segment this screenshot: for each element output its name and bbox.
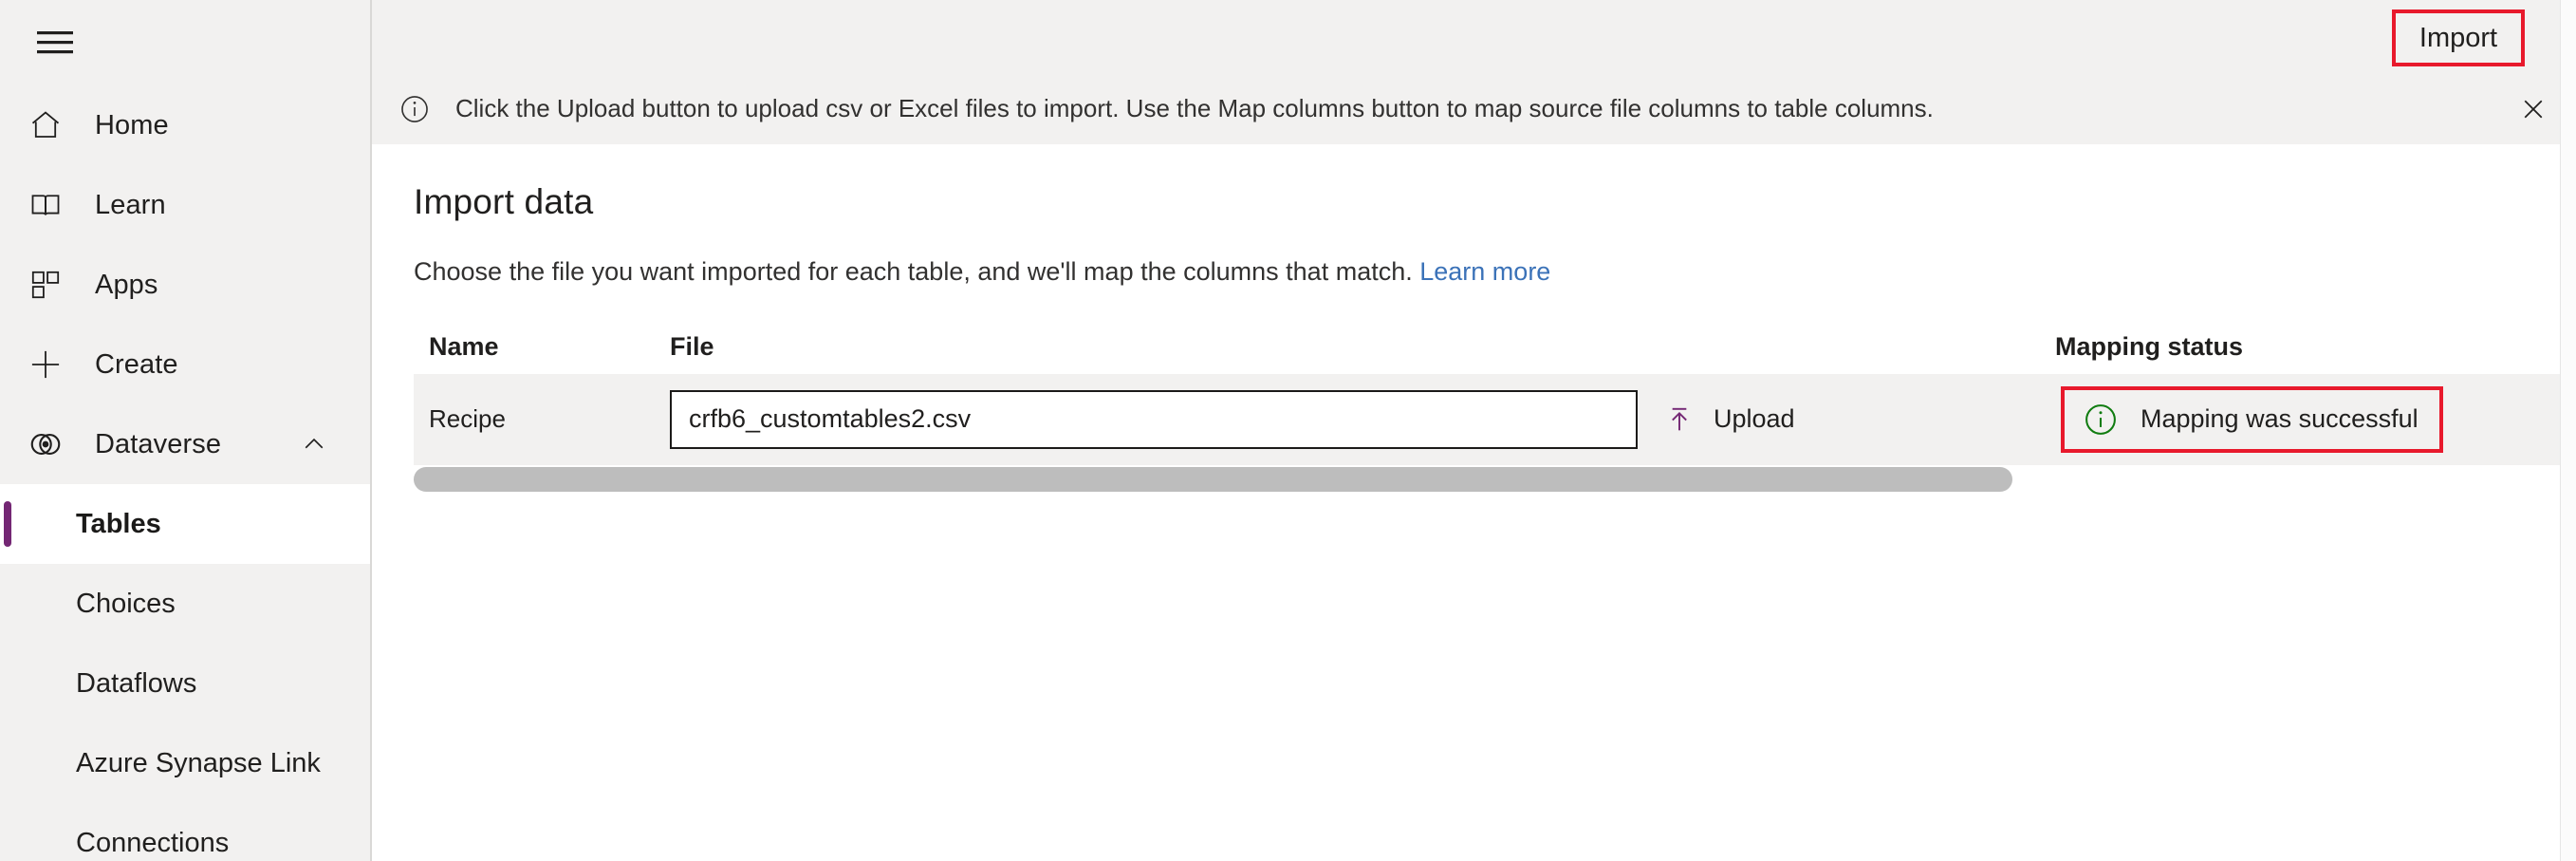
sidebar: Home Learn [0,0,372,861]
vertical-scrollbar-track[interactable] [2560,0,2576,861]
info-circle-icon [397,91,433,127]
upload-arrow-icon [1662,402,1696,437]
import-button-label: Import [2419,23,2497,54]
learn-more-link[interactable]: Learn more [1419,257,1550,286]
mapping-status-text: Mapping was successful [2140,404,2418,434]
import-data-panel: Import data Choose the file you want imp… [372,144,2576,861]
column-header-file: File [670,334,2055,360]
sidebar-item-label-home: Home [95,112,169,140]
column-header-mapping-status: Mapping status [2055,334,2576,360]
import-button[interactable]: Import [2392,9,2525,66]
sidebar-item-label-dataflows: Dataflows [76,670,196,698]
cell-file: Upload [670,390,2055,449]
sidebar-item-label-connections: Connections [76,830,229,857]
book-icon [21,180,70,230]
page-subtitle: Choose the file you want imported for ea… [414,256,2576,289]
info-circle-green-icon [2082,401,2120,439]
upload-button[interactable]: Upload [1662,402,1795,437]
hamburger-menu-button[interactable] [21,13,89,72]
sidebar-item-home[interactable]: Home [0,85,370,165]
sidebar-item-label-apps: Apps [95,271,158,299]
sidebar-item-label-dataverse: Dataverse [95,431,221,459]
cell-table-name: Recipe [429,404,670,434]
sidebar-item-label-tables: Tables [76,511,161,538]
home-icon [21,101,70,150]
sidebar-item-dataverse[interactable]: Dataverse [0,404,370,484]
cell-mapping-status: Mapping was successful [2055,386,2576,453]
sidebar-item-create[interactable]: Create [0,325,370,404]
sidebar-item-label-learn: Learn [95,192,166,219]
import-table: Name File Mapping status Recipe [414,334,2576,494]
dataverse-icon [21,420,70,469]
info-message-text: Click the Upload button to upload csv or… [455,94,1934,123]
upload-button-label: Upload [1714,404,1795,434]
chevron-up-icon[interactable] [298,428,330,460]
table-header-row: Name File Mapping status [414,334,2576,374]
app-root: Home Learn [0,0,2576,861]
sidebar-item-label-azure-synapse-link: Azure Synapse Link [76,750,321,777]
sidebar-nav-list: Home Learn [0,85,370,861]
horizontal-scrollbar-track[interactable] [414,465,2576,494]
sidebar-item-choices[interactable]: Choices [0,564,370,644]
menu-icon [36,28,74,57]
page-title: Import data [414,182,2576,222]
plus-icon [21,340,70,389]
sidebar-item-dataflows[interactable]: Dataflows [0,644,370,723]
table-row: Recipe Upload [414,374,2576,465]
sidebar-item-label-create: Create [95,351,178,379]
column-header-name: Name [429,334,670,360]
close-icon[interactable] [2513,89,2553,129]
page-subtitle-text: Choose the file you want imported for ea… [414,257,1413,286]
main-area: Import Click the Upload button to upload… [372,0,2576,861]
sidebar-item-connections[interactable]: Connections [0,803,370,861]
info-message-bar: Click the Upload button to upload csv or… [372,74,2576,144]
selection-accent-bar [4,501,11,547]
file-name-input[interactable] [670,390,1638,449]
sidebar-item-azure-synapse-link[interactable]: Azure Synapse Link [0,723,370,803]
mapping-status-badge: Mapping was successful [2061,386,2443,453]
command-bar: Import [372,0,2576,74]
grid-icon [21,260,70,309]
horizontal-scrollbar-thumb[interactable] [414,467,2012,492]
sidebar-item-tables[interactable]: Tables [0,484,370,564]
sidebar-item-learn[interactable]: Learn [0,165,370,245]
sidebar-item-label-choices: Choices [76,590,176,618]
sidebar-item-apps[interactable]: Apps [0,245,370,325]
